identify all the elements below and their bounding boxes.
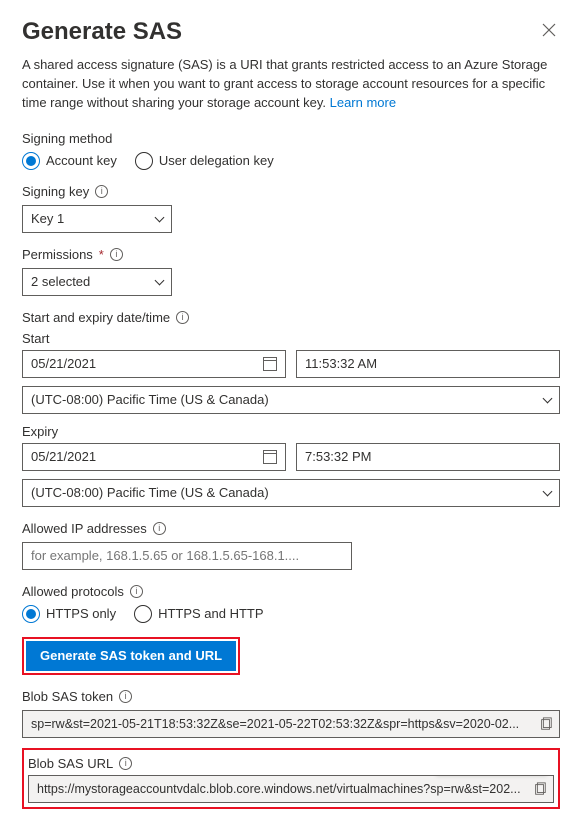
start-label: Start — [22, 331, 560, 346]
start-time-value: 11:53:32 AM — [305, 356, 377, 371]
chevron-down-icon — [155, 213, 165, 223]
expiry-time-value: 7:53:32 PM — [305, 449, 372, 464]
radio-user-delegation-key[interactable]: User delegation key — [135, 152, 274, 170]
blob-sas-url-label: Blob SAS URL — [28, 756, 113, 771]
radio-icon — [22, 605, 40, 623]
info-icon[interactable]: i — [110, 248, 123, 261]
expiry-time-input[interactable]: 7:53:32 PM — [296, 443, 560, 471]
description-body: A shared access signature (SAS) is a URI… — [22, 57, 547, 110]
start-date-value: 05/21/2021 — [31, 356, 96, 371]
radio-icon — [135, 152, 153, 170]
blob-sas-token-label: Blob SAS token — [22, 689, 113, 704]
expiry-label: Expiry — [22, 424, 560, 439]
start-timezone-select[interactable]: (UTC-08:00) Pacific Time (US & Canada) — [22, 386, 560, 414]
signing-key-value: Key 1 — [31, 211, 64, 226]
chevron-down-icon — [543, 394, 553, 404]
blob-sas-token-output[interactable]: sp=rw&st=2021-05-21T18:53:32Z&se=2021-05… — [22, 710, 560, 738]
radio-https-and-http-label: HTTPS and HTTP — [158, 606, 263, 621]
highlight-generate-button: Generate SAS token and URL — [22, 637, 240, 675]
radio-user-delegation-key-label: User delegation key — [159, 153, 274, 168]
dialog-title: Generate SAS — [22, 18, 538, 46]
blob-sas-token-value: sp=rw&st=2021-05-21T18:53:32Z&se=2021-05… — [31, 717, 519, 731]
radio-account-key-label: Account key — [46, 153, 117, 168]
blob-sas-url-value: https://mystorageaccountvdalc.blob.core.… — [37, 782, 521, 796]
radio-icon — [22, 152, 40, 170]
expiry-timezone-value: (UTC-08:00) Pacific Time (US & Canada) — [31, 485, 269, 500]
info-icon[interactable]: i — [176, 311, 189, 324]
info-icon[interactable]: i — [95, 185, 108, 198]
required-indicator: * — [99, 247, 104, 262]
calendar-icon — [263, 357, 277, 371]
info-icon[interactable]: i — [119, 690, 132, 703]
permissions-value: 2 selected — [31, 274, 90, 289]
expiry-date-input[interactable]: 05/21/2021 — [22, 443, 286, 471]
radio-https-only-label: HTTPS only — [46, 606, 116, 621]
start-timezone-value: (UTC-08:00) Pacific Time (US & Canada) — [31, 392, 269, 407]
chevron-down-icon — [155, 276, 165, 286]
info-icon[interactable]: i — [119, 757, 132, 770]
permissions-select[interactable]: 2 selected — [22, 268, 172, 296]
permissions-label: Permissions — [22, 247, 93, 262]
info-icon[interactable]: i — [130, 585, 143, 598]
allowed-ip-label: Allowed IP addresses — [22, 521, 147, 536]
blob-sas-url-output[interactable]: https://mystorageaccountvdalc.blob.core.… — [28, 775, 554, 803]
calendar-icon — [263, 450, 277, 464]
radio-https-and-http[interactable]: HTTPS and HTTP — [134, 605, 263, 623]
expiry-date-value: 05/21/2021 — [31, 449, 96, 464]
close-button[interactable] — [538, 19, 560, 46]
signing-method-label: Signing method — [22, 131, 560, 146]
radio-icon — [134, 605, 152, 623]
learn-more-link[interactable]: Learn more — [330, 95, 396, 110]
description-text: A shared access signature (SAS) is a URI… — [22, 56, 560, 113]
start-date-input[interactable]: 05/21/2021 — [22, 350, 286, 378]
signing-key-label: Signing key — [22, 184, 89, 199]
copy-icon[interactable] — [539, 717, 553, 731]
highlight-blob-sas-url: Blob SAS URL i https://mystorageaccountv… — [22, 748, 560, 809]
chevron-down-icon — [543, 487, 553, 497]
info-icon[interactable]: i — [153, 522, 166, 535]
copy-icon[interactable] — [533, 782, 547, 796]
signing-key-select[interactable]: Key 1 — [22, 205, 172, 233]
generate-sas-button[interactable]: Generate SAS token and URL — [26, 641, 236, 671]
datetime-section-label: Start and expiry date/time — [22, 310, 170, 325]
start-time-input[interactable]: 11:53:32 AM — [296, 350, 560, 378]
allowed-protocols-label: Allowed protocols — [22, 584, 124, 599]
radio-https-only[interactable]: HTTPS only — [22, 605, 116, 623]
expiry-timezone-select[interactable]: (UTC-08:00) Pacific Time (US & Canada) — [22, 479, 560, 507]
radio-account-key[interactable]: Account key — [22, 152, 117, 170]
allowed-ip-input[interactable] — [22, 542, 352, 570]
